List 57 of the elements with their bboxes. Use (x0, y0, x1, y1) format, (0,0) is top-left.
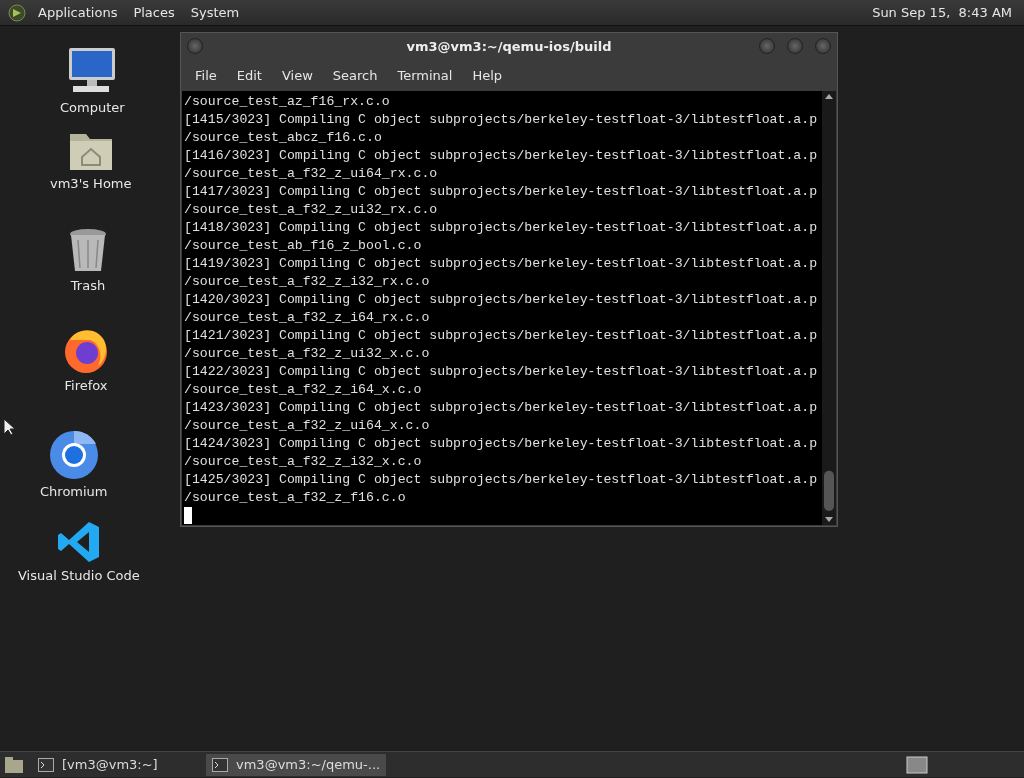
terminal-line: /source_test_a_f32_z_ui64_x.c.o (184, 417, 431, 435)
terminal-line: /source_test_a_f32_z_i32_x.c.o (184, 453, 423, 471)
logo-icon[interactable] (8, 3, 26, 22)
window-title: vm3@vm3:~/qemu-ios/build (406, 38, 612, 57)
trash-icon (68, 228, 108, 274)
menu-item[interactable]: Search (322, 66, 388, 86)
chromium-icon (48, 430, 99, 480)
terminal-line: [1425/3023] Compiling C object subprojects/berkeley-testfloat-3/libtestfloat.a.p (184, 471, 819, 489)
window-menu-button[interactable] (187, 38, 203, 54)
terminal-icon (38, 757, 54, 772)
terminal-line: [1417/3023] Compiling C object subprojects/berkeley-testfloat-3/libtestfloat.a.p (184, 183, 819, 201)
terminal-icon (212, 757, 228, 772)
icon-label: Firefox (64, 377, 108, 395)
clock: Sun Sep 15, 8:43 AM (871, 3, 1013, 22)
terminal-line: /source_test_abcz_f16.c.o (184, 129, 383, 147)
workspace-icon[interactable] (906, 755, 928, 774)
panel-menu[interactable]: Applications (30, 2, 126, 23)
terminal-line: /source_test_a_f32_z_ui64_rx.c.o (184, 165, 439, 183)
mouse-pointer-icon (3, 417, 14, 436)
minimize-button[interactable] (815, 38, 831, 54)
icon-label: Trash (70, 277, 106, 295)
terminal-line: /source_test_a_f32_z_i64_rx.c.o (184, 309, 431, 327)
icon-label: Visual Studio Code (18, 567, 140, 585)
code-editor-icon (56, 520, 101, 564)
menu-item[interactable]: File (185, 66, 227, 86)
show-desktop-icon[interactable] (4, 755, 24, 774)
terminal-line: [1418/3023] Compiling C object subprojects/berkeley-testfloat-3/libtestfloat.a.p (184, 219, 819, 237)
menu-item[interactable]: Help (462, 66, 513, 86)
taskbar-button[interactable]: vm3@vm3:~/qemu-... (206, 753, 387, 776)
terminal-line: /source_test_a_f32_z_ui32_x.c.o (184, 345, 431, 363)
panel-menu[interactable]: Places (125, 2, 183, 23)
cursor (184, 507, 192, 524)
scrollbar[interactable] (822, 91, 836, 525)
icon-label: Chromium (40, 483, 108, 501)
taskbar-button[interactable]: [vm3@vm3:~] (32, 753, 198, 776)
icon-label: vm3's Home (50, 175, 132, 193)
terminal-line: [1419/3023] Compiling C object subprojects/berkeley-testfloat-3/libtestfloat.a.p (184, 255, 819, 273)
terminal-line: [1422/3023] Compiling C object subprojects/berkeley-testfloat-3/libtestfloat.a.p (184, 363, 819, 381)
panel-menu[interactable]: System (182, 2, 248, 23)
menu-item[interactable]: View (271, 66, 323, 86)
maximize-button[interactable] (787, 38, 803, 54)
terminal-line: [1420/3023] Compiling C object subprojects/berkeley-testfloat-3/libtestfloat.a.p (184, 291, 819, 309)
terminal-line: [1421/3023] Compiling C object subprojects/berkeley-testfloat-3/libtestfloat.a.p (184, 327, 819, 345)
terminal-line: [1423/3023] Compiling C object subprojects/berkeley-testfloat-3/libtestfloat.a.p (184, 399, 819, 417)
terminal-line: /source_test_a_f32_z_f16.c.o (184, 489, 407, 507)
terminal-line: /source_test_a_f32_z_i32_rx.c.o (184, 273, 431, 291)
close-button[interactable] (759, 38, 775, 54)
terminal-line: [1424/3023] Compiling C object subprojects/berkeley-testfloat-3/libtestfloat.a.p (184, 435, 819, 453)
menu-item[interactable]: Edit (226, 66, 272, 86)
terminal-line: /source_test_ab_f16_z_bool.c.o (184, 237, 423, 255)
terminal-line: [1415/3023] Compiling C object subprojects/berkeley-testfloat-3/libtestfloat.a.p (184, 111, 819, 129)
icon-label: Computer (60, 99, 125, 117)
terminal-line: /source_test_az_f16_rx.c.o (184, 93, 391, 111)
menu-item[interactable]: Terminal (387, 66, 463, 86)
terminal-line: [1416/3023] Compiling C object subprojects/berkeley-testfloat-3/libtestfloat.a.p (184, 147, 819, 165)
terminal-line: /source_test_a_f32_z_i64_x.c.o (184, 381, 423, 399)
terminal-line: /source_test_a_f32_z_ui32_rx.c.o (184, 201, 439, 219)
